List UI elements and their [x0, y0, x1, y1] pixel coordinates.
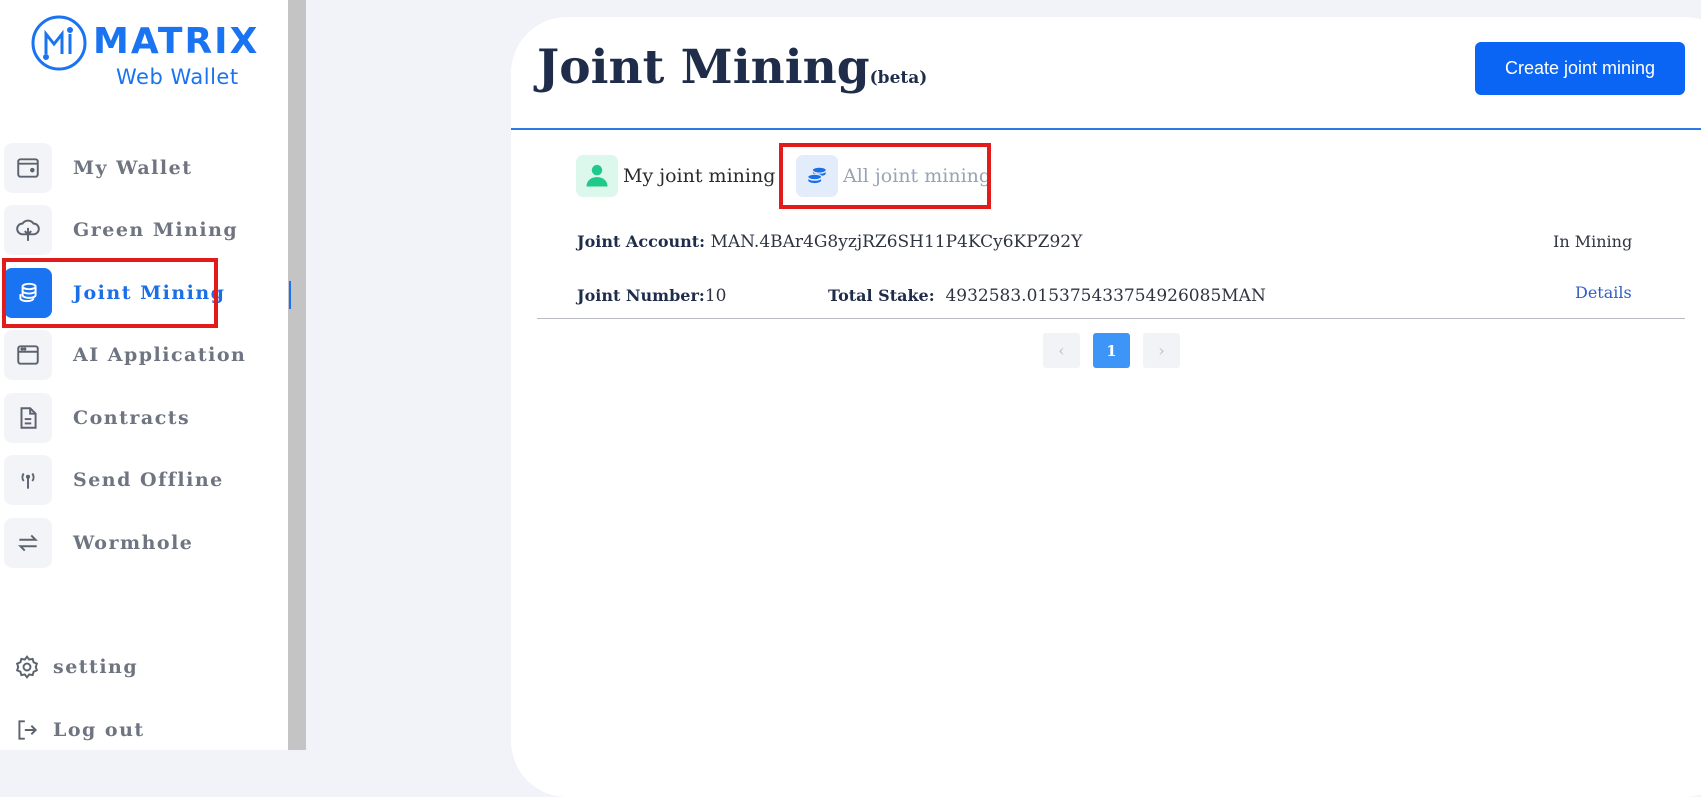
main-card	[511, 17, 1701, 797]
joint-number-label: Joint Number:	[577, 286, 705, 305]
matrix-logo-icon	[31, 15, 87, 71]
setting-link[interactable]: setting	[14, 650, 214, 684]
details-link[interactable]: Details	[1575, 283, 1632, 302]
logout-label: Log out	[53, 719, 145, 741]
prev-page-button[interactable]: ‹	[1043, 333, 1080, 368]
sidebar-item-label: My Wallet	[73, 157, 193, 179]
total-stake-label: Total Stake:	[828, 286, 935, 305]
chevron-left-icon: ‹	[1058, 341, 1065, 360]
brand-logo[interactable]: MATRIX Web Wallet	[30, 14, 260, 88]
total-stake-value: 4932583.015375433754926085MAN	[945, 286, 1266, 306]
active-nav-indicator	[289, 281, 291, 309]
browser-window-icon	[4, 330, 52, 380]
joint-account-label: Joint Account:	[577, 232, 706, 251]
logout-link[interactable]: Log out	[14, 713, 214, 747]
status-text: In Mining	[1553, 232, 1633, 251]
gear-icon	[15, 655, 39, 679]
tree-icon	[4, 205, 52, 255]
tab-label: My joint mining	[623, 165, 776, 187]
antenna-icon	[4, 455, 52, 505]
page-title-text: Joint Mining	[537, 40, 870, 95]
page-number-button[interactable]: 1	[1093, 333, 1130, 368]
swap-arrows-icon	[4, 518, 52, 568]
document-icon	[4, 393, 52, 443]
sidebar: MATRIX Web Wallet My Wallet Green Mining…	[0, 0, 306, 750]
sidebar-item-ai-application[interactable]: AI Application	[4, 330, 245, 380]
row-divider	[537, 318, 1685, 319]
logout-icon	[18, 720, 38, 740]
joint-number: Joint Number:10	[577, 286, 726, 306]
highlight-box	[779, 143, 991, 209]
sidebar-item-label: Green Mining	[73, 219, 239, 241]
highlight-box	[2, 258, 218, 328]
sidebar-item-green-mining[interactable]: Green Mining	[4, 205, 237, 255]
brand-subtitle: Web Wallet	[116, 65, 239, 89]
tab-my-joint-mining[interactable]: My joint mining	[576, 155, 775, 197]
sidebar-item-label: Contracts	[73, 407, 191, 429]
chevron-right-icon: ›	[1158, 341, 1165, 360]
joint-account-value: MAN.4BAr4G8yzjRZ6SH11P4KCy6KPZ92Y	[710, 232, 1083, 252]
sidebar-item-send-offline[interactable]: Send Offline	[4, 455, 222, 505]
create-joint-mining-button[interactable]: Create joint mining	[1475, 42, 1685, 95]
sidebar-item-my-wallet[interactable]: My Wallet	[4, 143, 214, 193]
beta-tag: (beta)	[869, 68, 928, 88]
page-title: Joint Mining(beta)	[537, 38, 927, 108]
sidebar-item-label: Send Offline	[73, 469, 224, 491]
setting-label: setting	[53, 656, 139, 678]
wallet-icon	[4, 143, 52, 193]
sidebar-item-label: Wormhole	[73, 532, 194, 554]
joint-account: Joint Account: MAN.4BAr4G8yzjRZ6SH11P4KC…	[577, 232, 1082, 252]
sidebar-item-contracts[interactable]: Contracts	[4, 393, 214, 443]
next-page-button[interactable]: ›	[1143, 333, 1180, 368]
total-stake: Total Stake: 4932583.015375433754926085M…	[828, 286, 1266, 306]
user-icon	[576, 155, 618, 197]
header-divider	[511, 128, 1701, 130]
sidebar-item-wormhole[interactable]: Wormhole	[4, 518, 214, 568]
sidebar-item-label: AI Application	[73, 344, 247, 366]
brand-name: MATRIX	[93, 21, 260, 62]
joint-number-value: 10	[704, 286, 727, 306]
